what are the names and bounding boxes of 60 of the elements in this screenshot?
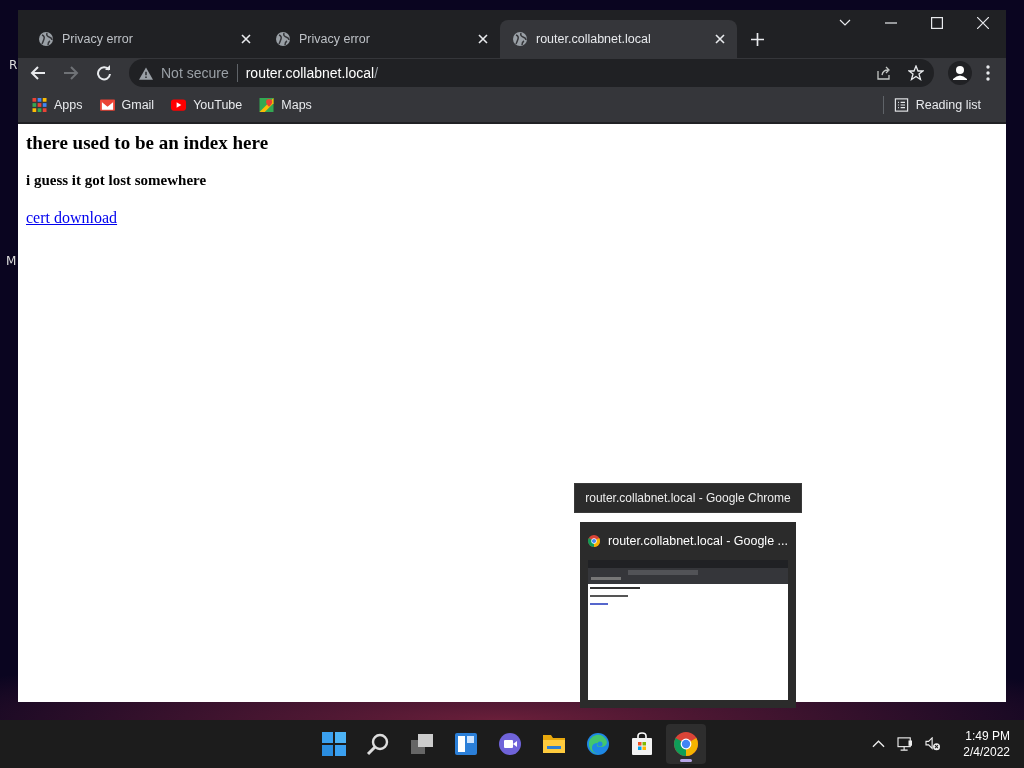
preview-title: router.collabnet.local - Google ...	[608, 534, 788, 548]
browser-tab[interactable]: router.collabnet.local	[500, 20, 737, 58]
apps-grid-icon	[32, 98, 47, 112]
page-subheading: i guess it got lost somewhere	[26, 172, 208, 189]
close-icon[interactable]	[478, 34, 488, 44]
clock[interactable]: 1:49 PM 2/4/2022	[963, 728, 1010, 760]
tab-title: Privacy error	[299, 32, 371, 46]
chevron-up-icon[interactable]	[872, 740, 886, 748]
windows-logo-icon	[322, 732, 346, 756]
page-heading: there used to be an index here	[26, 132, 270, 154]
browser-tab[interactable]: Privacy error	[263, 20, 500, 58]
reading-list-button[interactable]: Reading list	[893, 98, 981, 112]
globe-icon	[275, 31, 291, 47]
tooltip: router.collabnet.local - Google Chrome	[574, 483, 802, 513]
speaker-muted-icon[interactable]	[925, 737, 942, 751]
reload-icon[interactable]	[96, 65, 112, 81]
bookmark[interactable]: Apps	[32, 98, 83, 112]
play-icon	[171, 98, 187, 112]
list-icon	[893, 98, 909, 112]
window-preview[interactable]: router.collabnet.local - Google ...	[580, 522, 796, 708]
bookmark[interactable]: YouTube	[171, 98, 243, 112]
security-label[interactable]: Not secure	[161, 65, 229, 81]
close-icon[interactable]	[977, 17, 989, 29]
tab-title: router.collabnet.local	[536, 32, 652, 46]
desktop-icon-label: M	[6, 254, 17, 268]
overlapping-windows-icon	[410, 732, 434, 756]
tab-search-icon[interactable]	[839, 19, 851, 27]
back-icon[interactable]	[30, 65, 46, 81]
close-icon[interactable]	[715, 34, 725, 44]
shopping-bag-icon	[630, 732, 654, 756]
widgets-icon	[454, 732, 478, 756]
globe-icon	[38, 31, 54, 47]
bookmark[interactable]: Maps	[259, 98, 312, 112]
close-icon[interactable]	[241, 34, 251, 44]
envelope-icon	[99, 98, 115, 112]
globe-icon	[512, 31, 528, 47]
forward-icon[interactable]	[63, 65, 79, 81]
chrome-logo-icon	[674, 732, 698, 756]
video-chat-icon	[498, 732, 522, 756]
menu-icon[interactable]	[986, 65, 990, 81]
browser-tab[interactable]: Privacy error	[26, 20, 263, 58]
star-icon[interactable]	[908, 65, 924, 81]
url-text: router.collabnet.local/	[245, 65, 378, 81]
share-icon[interactable]	[876, 65, 892, 81]
folder-icon	[542, 732, 566, 756]
network-icon[interactable]	[897, 737, 914, 751]
taskbar-button[interactable]	[666, 724, 706, 764]
maximize-icon[interactable]	[931, 17, 943, 29]
map-pin-icon	[259, 98, 275, 112]
desktop-icon-label: R	[9, 58, 18, 72]
tab-title: Privacy error	[62, 32, 134, 46]
new-tab-icon[interactable]	[751, 33, 764, 46]
bookmark[interactable]: Gmail	[99, 98, 155, 112]
search-icon	[366, 732, 390, 756]
profile-icon[interactable]	[948, 61, 972, 85]
warning-icon	[139, 66, 153, 80]
address-bar[interactable]: Not secure router.collabnet.local/	[129, 59, 934, 87]
edge-logo-icon	[586, 732, 610, 756]
chrome-logo-icon	[588, 533, 601, 549]
cert-download-link[interactable]: cert download	[26, 209, 118, 226]
